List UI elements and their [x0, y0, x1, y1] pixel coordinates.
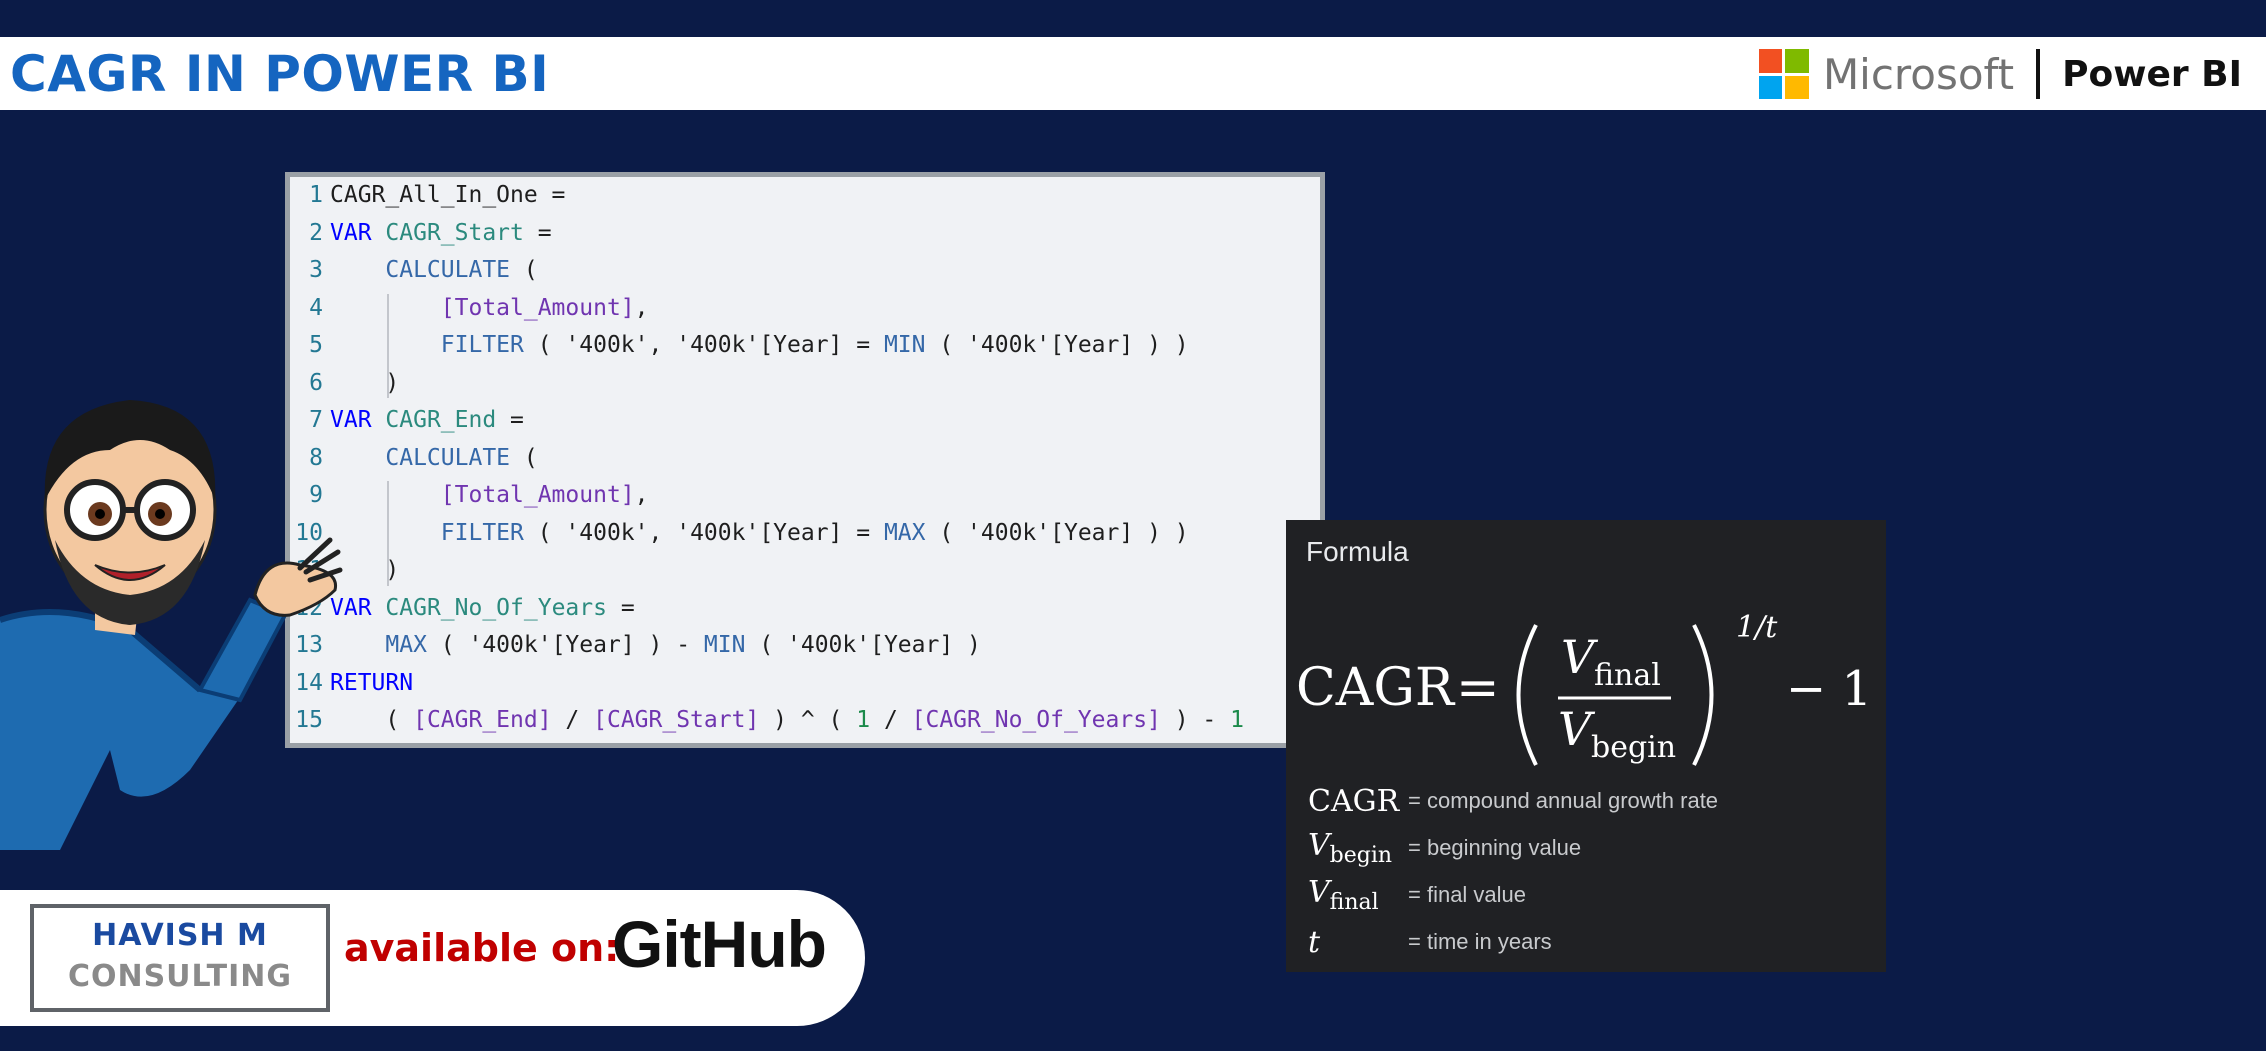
brand-lockup: Microsoft Power BI: [1758, 47, 2242, 101]
definition-symbol: Vfinal: [1308, 875, 1379, 915]
code-text: VAR CAGR_No_Of_Years =: [330, 594, 635, 621]
definition-symbol: Vbegin: [1308, 828, 1393, 868]
line-number: 5: [309, 332, 323, 358]
code-text: MAX ( '400k'[Year] ) - MIN ( '400k'[Year…: [385, 632, 981, 658]
right-paren: [1692, 624, 1714, 766]
indent-guide: [387, 293, 389, 398]
brand-divider: [2036, 49, 2041, 99]
line-number: 1: [309, 182, 323, 208]
line-number: 4: [309, 294, 323, 321]
left-paren: [1516, 624, 1538, 766]
code-line: 5 FILTER ( '400k', '400k'[Year] = MIN ( …: [290, 327, 1189, 365]
available-on-text: available on:: [344, 926, 620, 970]
definition-row: Vbegin = beginning value: [1308, 825, 1581, 871]
consulting-name: HAVISH M: [92, 918, 268, 953]
definition-row: CAGR = compound annual growth rate: [1308, 778, 1718, 824]
github-wordmark[interactable]: GitHub: [612, 906, 827, 982]
consulting-subtitle: CONSULTING: [67, 959, 293, 994]
definition-text: = time in years: [1408, 929, 1552, 954]
consulting-logo: HAVISH M CONSULTING: [30, 904, 330, 1012]
header-bar: CAGR IN POWER BI Microsoft Power BI: [0, 37, 2266, 110]
microsoft-logo-icon: [1758, 49, 1809, 99]
code-text: FILTER ( '400k', '400k'[Year] = MIN ( '4…: [440, 332, 1189, 358]
equation-lhs: CAGR: [1296, 658, 1456, 718]
cagr-equation: CAGR = V final V begin 1/t − 1: [1296, 610, 1872, 766]
code-line: 3 CALCULATE (: [290, 252, 538, 290]
code-text: VAR CAGR_Start =: [330, 219, 552, 246]
dax-code-editor: 1 CAGR_All_In_One = 2 VAR CAGR_Start = 3 CAL…: [285, 172, 1325, 748]
code-text: [Total_Amount],: [440, 294, 649, 321]
code-text: CAGR_All_In_One =: [330, 182, 566, 208]
cartoon-presenter-icon: [0, 400, 343, 850]
definition-symbol: CAGR: [1308, 783, 1400, 819]
code-line: 1 CAGR_All_In_One =: [290, 177, 565, 215]
code-text: [Total_Amount],: [440, 482, 649, 508]
definition-row: Vfinal = final value: [1308, 872, 1526, 918]
brand-product: Power BI: [2062, 53, 2242, 95]
code-text: CALCULATE (: [385, 444, 538, 471]
code-text: CALCULATE (: [385, 257, 538, 283]
definition-text: = beginning value: [1408, 835, 1582, 860]
denominator-sub: begin: [1591, 730, 1676, 765]
code-text: FILTER ( '400k', '400k'[Year] = MAX ( '4…: [440, 519, 1189, 546]
line-number: 2: [309, 219, 323, 246]
brand-microsoft: Microsoft: [1822, 49, 2015, 99]
definition-text: = compound annual growth rate: [1408, 788, 1719, 813]
page-title: CAGR IN POWER BI: [10, 45, 550, 103]
code-line: 13 MAX ( '400k'[Year] ) - MIN ( '400k'[Y…: [290, 627, 981, 665]
exponent: 1/t: [1736, 610, 1778, 645]
formula-card: Formula CAGR = V final V begin 1/t − 1 C…: [1286, 520, 1886, 972]
code-line: 4 [Total_Amount],: [290, 290, 649, 328]
equation-equals: =: [1456, 658, 1500, 718]
code-line: 2 VAR CAGR_Start =: [290, 215, 552, 253]
definition-symbol: t: [1308, 924, 1321, 960]
definition-row: t = time in years: [1308, 919, 1552, 965]
code-text: ( [CAGR_End] / [CAGR_Start] ) ^ ( 1 / [C…: [330, 707, 1244, 733]
numerator-sub: final: [1594, 658, 1661, 693]
line-number: 3: [309, 257, 323, 283]
definition-text: = final value: [1408, 882, 1527, 907]
github-banner: HAVISH M CONSULTING available on: GitHub: [0, 890, 865, 1026]
formula-label: Formula: [1306, 536, 1409, 567]
code-line: 15 ( [CAGR_End] / [CAGR_Start] ) ^ ( 1 /…: [290, 702, 1244, 740]
minus-one: − 1: [1786, 661, 1872, 717]
code-line: 10 FILTER ( '400k', '400k'[Year] = MAX (…: [290, 515, 1189, 553]
indent-guide: [387, 481, 389, 586]
